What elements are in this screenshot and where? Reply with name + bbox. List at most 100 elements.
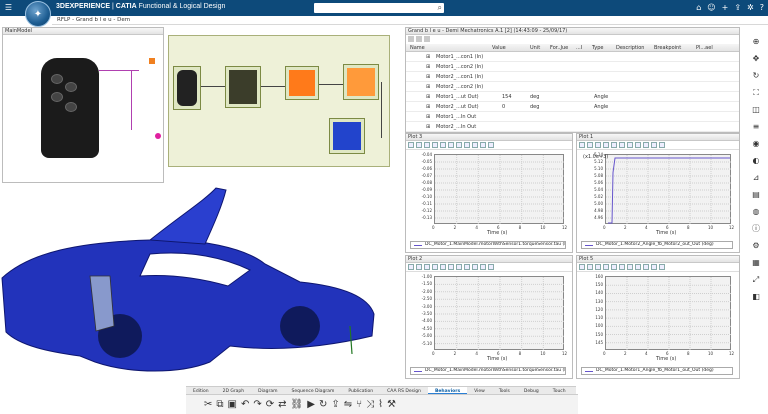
export-icon[interactable] [619, 142, 625, 148]
export-icon[interactable] [448, 264, 454, 270]
variables-table-panel[interactable]: Grand b l e u - Demi Mechatronics A.1 [2… [405, 27, 740, 133]
legend-icon[interactable] [643, 264, 649, 270]
add-icon[interactable]: + [722, 2, 729, 13]
section-icon[interactable]: ▤ [752, 190, 760, 200]
grid-icon[interactable] [651, 264, 657, 270]
plot-area[interactable] [605, 154, 732, 225]
table-row[interactable]: Motor1_...In Out ⊞ [406, 112, 739, 122]
zoom-icon[interactable] [416, 264, 422, 270]
refresh-icon[interactable]: ↻ [319, 399, 327, 411]
settings-icon[interactable] [627, 142, 633, 148]
compass-logo-icon[interactable]: ✦ [25, 1, 51, 27]
expand-icon[interactable]: ⊞ [426, 84, 430, 90]
pointer-icon[interactable] [579, 264, 585, 270]
plot-area[interactable] [434, 276, 565, 351]
col-description[interactable]: Description [616, 45, 644, 51]
simulate-icon[interactable]: ▶ [307, 399, 315, 411]
tab-debug[interactable]: Debug [517, 387, 546, 394]
render-icon[interactable]: ◐ [753, 156, 760, 166]
cut-icon[interactable]: ✂ [204, 399, 212, 411]
cursor-icon[interactable] [611, 264, 617, 270]
cursor-icon[interactable] [440, 142, 446, 148]
pan-icon[interactable]: ✥ [753, 54, 760, 64]
grid-icon[interactable] [651, 142, 657, 148]
help-icon[interactable]: ? [760, 2, 764, 13]
table-row[interactable]: Motor1_...ut Out) 154 deg Angle ⊞ [406, 92, 739, 102]
cursor-icon[interactable] [440, 264, 446, 270]
fit-icon[interactable] [603, 264, 609, 270]
settings-icon[interactable] [456, 264, 462, 270]
tab-publication[interactable]: Publication [341, 387, 380, 394]
layers-icon[interactable]: ≡ [753, 122, 760, 132]
pan-icon[interactable] [595, 142, 601, 148]
copy-icon[interactable]: ⧉ [216, 399, 223, 411]
merge-icon[interactable]: ⤨ [366, 399, 374, 411]
col-unit[interactable]: Unit [530, 45, 540, 51]
tab-behaviors[interactable]: Behaviors [427, 387, 468, 394]
copy-icon[interactable] [659, 142, 665, 148]
breadcrumb[interactable]: RFLP - Grand b l e u - Dem [57, 17, 130, 23]
copy-icon[interactable] [488, 142, 494, 148]
redo-icon[interactable]: ↷ [253, 399, 261, 411]
fork-icon[interactable]: ⑂ [356, 399, 362, 411]
tools-icon[interactable]: ⚒ [387, 399, 396, 411]
zoom-icon[interactable] [587, 264, 593, 270]
tag-icon[interactable]: ⌂ [696, 2, 701, 13]
search-icon[interactable]: ⌕ [438, 3, 442, 13]
expand-icon[interactable]: ⤢ [753, 275, 759, 285]
col-name[interactable]: Name [410, 45, 425, 51]
plot-area[interactable] [605, 276, 732, 351]
door-block[interactable] [329, 118, 365, 154]
table-row[interactable]: Motor1_...con1 (In) ⊞ [406, 52, 739, 62]
menu-icon[interactable]: ☰ [4, 3, 13, 12]
col-type[interactable]: Type [592, 45, 603, 51]
plot-3-panel[interactable]: Plot 3 -0.04 -0.05 -0.06 -0.07 -0.08 -0.09 -0.1… [405, 133, 573, 253]
col-breakpoint[interactable]: Breakpoint [654, 45, 681, 51]
measure-icon[interactable]: ⊿ [753, 173, 760, 183]
view-icon[interactable]: ◫ [752, 105, 760, 115]
gear-block[interactable] [343, 64, 379, 100]
grid-icon[interactable]: ▦ [752, 258, 760, 268]
zoom-icon[interactable]: ⊕ [753, 37, 760, 47]
sort-icon[interactable] [416, 36, 422, 42]
legend-icon[interactable] [643, 142, 649, 148]
plot-legend[interactable]: DC_Motor_1.MainModel.motorWithSensor1.to… [410, 241, 566, 249]
port-marker[interactable] [155, 133, 161, 139]
table-row[interactable]: Motor2_...con1 (In) ⊞ [406, 72, 739, 82]
search-input[interactable]: ⌕ [314, 3, 444, 13]
community-icon[interactable]: ✲ [747, 2, 754, 13]
plot-area[interactable] [434, 154, 565, 225]
user-icon[interactable]: ☺ [707, 2, 715, 13]
grid-icon[interactable] [480, 142, 486, 148]
undo-icon[interactable]: ↶ [241, 399, 249, 411]
link-icon[interactable]: ⛓ [291, 399, 304, 411]
tab-view[interactable]: View [467, 387, 492, 394]
export-icon[interactable] [448, 142, 454, 148]
pan-icon[interactable] [424, 264, 430, 270]
main-model-panel[interactable]: MainModel [2, 27, 164, 183]
graph-icon[interactable]: ⌇ [378, 399, 383, 411]
camera-icon[interactable]: ◉ [753, 139, 760, 149]
tab-diagram[interactable]: Diagram [251, 387, 284, 394]
tab-touch[interactable]: Touch [546, 387, 573, 394]
delete-icon[interactable] [464, 264, 470, 270]
copy-icon[interactable] [488, 264, 494, 270]
plot-legend[interactable]: DC_Motor_1.MainModel.motorWithSensor1.to… [410, 367, 566, 375]
col-value[interactable]: Value [492, 45, 506, 51]
tab-tools[interactable]: Tools [492, 387, 517, 394]
refresh-icon[interactable] [424, 36, 430, 42]
expand-icon[interactable]: ⊞ [426, 124, 430, 130]
table-row[interactable]: Motor2_...con2 (In) ⊞ [406, 82, 739, 92]
export-icon[interactable] [619, 264, 625, 270]
delete-icon[interactable] [635, 264, 641, 270]
plot-1-panel[interactable]: Plot 1 5.14 5.12 5.10 5.08 5.06 5.04 5.02 5.00 4.… [576, 133, 740, 253]
cursor-icon[interactable] [611, 142, 617, 148]
tab-caa-rs-design[interactable]: CAA RS Design [380, 387, 428, 394]
update-icon[interactable]: ⟳ [266, 399, 274, 411]
settings-icon[interactable] [627, 264, 633, 270]
col-forjue[interactable]: For..Jue [550, 45, 568, 51]
col-i[interactable]: ...I [576, 45, 582, 51]
plot-5-panel[interactable]: Plot 5 160 150 140 130 120 110 100 150 145 0 2 4 6 8 10… [576, 255, 740, 379]
pointer-icon[interactable] [579, 142, 585, 148]
connect-icon[interactable]: ⇄ [278, 399, 286, 411]
